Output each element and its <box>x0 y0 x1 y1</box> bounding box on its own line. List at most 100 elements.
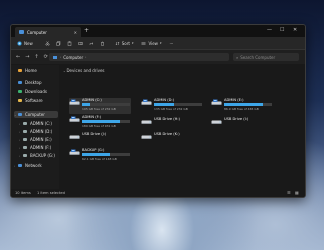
drive-free-space: 189 GB free of 931 GB <box>82 124 116 128</box>
tab-title: Computer <box>27 29 47 35</box>
drive-item[interactable]: USB Drive (I:) <box>211 117 273 126</box>
view-button[interactable]: View ▾ <box>141 41 161 46</box>
sidebar-item-label: Home <box>25 68 37 73</box>
sidebar-item-home[interactable]: Home <box>14 67 58 74</box>
usb-drive-icon <box>141 135 152 139</box>
usb-drive-icon <box>211 120 222 124</box>
drive-usage-fill <box>82 120 121 123</box>
sidebar-item-backup-g[interactable]: › BACKUP (G:) <box>19 152 58 159</box>
share-icon <box>89 41 94 45</box>
drive-item[interactable]: USB Drive (J:) <box>69 132 131 141</box>
forward-button[interactable]: → <box>25 54 29 60</box>
delete-button[interactable] <box>100 41 105 46</box>
tiles-view-icon[interactable]: ▦ <box>295 190 299 195</box>
search-box[interactable]: ⌕ Search Computer <box>233 53 299 61</box>
sidebar-item-admin-d[interactable]: › ADMIN (D:) <box>19 128 58 135</box>
drive-item[interactable]: ADMIN (D:) 135 GB free of 232 GB <box>141 98 203 114</box>
drive-item[interactable]: USB Drive (H:) <box>141 117 203 126</box>
computer-icon <box>19 30 24 34</box>
drive-free-space: 62.1 GB free of 148 GB <box>82 157 117 161</box>
more-options-button[interactable]: ··· <box>169 41 173 46</box>
sidebar-item-downloads[interactable]: Downloads <box>14 88 58 95</box>
view-icon <box>141 41 146 45</box>
drive-icon <box>23 146 27 149</box>
drive-item[interactable]: BACKUP (G:) 62.1 GB free of 148 GB <box>69 148 131 164</box>
drive-name: ADMIN (C:) <box>82 98 102 102</box>
copy-icon <box>56 40 60 46</box>
drive-item[interactable]: ADMIN (F:) 189 GB free of 931 GB <box>69 115 131 131</box>
copy-button[interactable] <box>56 40 61 46</box>
file-explorer-window: Computer ✕ + — ☐ ✕ New Sort ▾ View ▾ ···… <box>10 24 306 198</box>
close-window-button[interactable]: ✕ <box>293 26 297 34</box>
maximize-button[interactable]: ☐ <box>280 26 284 34</box>
drive-usage-fill <box>82 103 90 106</box>
drive-free-space: 135 GB free of 232 GB <box>154 107 188 111</box>
drive-item[interactable]: USB Drive (K:) <box>141 132 203 141</box>
new-button[interactable]: New <box>17 41 33 46</box>
sidebar-item-admin-e[interactable]: › ADMIN (E:) <box>19 136 58 143</box>
hard-drive-icon <box>69 149 80 155</box>
network-icon <box>18 164 22 167</box>
sidebar-item-label: Computer <box>25 112 45 117</box>
drive-free-space: 195 GB free of 232 GB <box>82 107 116 111</box>
chevron-right-icon: › <box>85 55 87 59</box>
devices-and-drives-header[interactable]: ⌄ Devices and drives <box>63 68 105 73</box>
clipboard-icon <box>67 41 71 46</box>
selection-count: 1 item selected <box>37 191 65 195</box>
content-area: ⌄ Devices and drives ADMIN (C:) 195 GB fr… <box>59 65 305 189</box>
drive-name: BACKUP (G:) <box>82 148 105 152</box>
computer-icon <box>18 113 22 116</box>
drive-item[interactable]: ADMIN (E:) 86.9 GB free of 465 GB <box>211 98 273 114</box>
paste-button[interactable] <box>67 41 72 46</box>
sidebar-item-label: BACKUP (G:) <box>30 153 55 158</box>
rename-button[interactable] <box>78 41 83 46</box>
chevron-right-icon: › <box>60 55 62 59</box>
up-button[interactable]: ↑ <box>34 54 38 60</box>
sidebar-item-admin-f[interactable]: › ADMIN (F:) <box>19 144 58 151</box>
sidebar-item-desktop[interactable]: Desktop <box>14 79 58 86</box>
drive-usage-bar <box>82 153 130 156</box>
drive-usage-bar <box>224 103 272 106</box>
folder-icon <box>18 99 22 102</box>
section-label: Devices and drives <box>66 68 105 73</box>
chevron-down-icon: ▾ <box>159 41 162 45</box>
download-icon <box>18 90 22 93</box>
drive-icon <box>23 154 27 157</box>
status-bar: 10 items 1 item selected ☰ ▦ <box>11 189 305 197</box>
sort-icon <box>115 41 120 45</box>
cut-button[interactable] <box>45 40 50 46</box>
back-button[interactable]: ← <box>16 54 20 60</box>
drive-usage-bar <box>154 103 202 106</box>
new-tab-button[interactable]: + <box>84 27 89 35</box>
sidebar-item-label: Desktop <box>25 80 42 85</box>
hard-drive-icon <box>69 99 80 105</box>
drive-item[interactable]: ADMIN (C:) 195 GB free of 232 GB <box>69 98 131 114</box>
address-box[interactable]: › Computer › <box>49 53 229 61</box>
sidebar-item-label: Network <box>25 163 42 168</box>
hard-drive-icon <box>141 99 152 105</box>
sidebar-item-admin-c[interactable]: › ADMIN (C:) <box>19 120 58 127</box>
drive-icon <box>23 122 27 125</box>
rename-icon <box>78 41 83 45</box>
close-tab-icon[interactable]: ✕ <box>74 30 77 35</box>
sidebar-item-software[interactable]: Software <box>14 97 58 104</box>
hard-drive-icon <box>211 99 222 105</box>
details-view-icon[interactable]: ☰ <box>287 190 291 195</box>
sidebar-item-label: ADMIN (C:) <box>30 121 52 126</box>
sidebar-item-label: ADMIN (F:) <box>30 145 52 150</box>
minimize-button[interactable]: — <box>267 26 272 34</box>
sidebar-item-computer[interactable]: ⌄ Computer <box>14 111 58 118</box>
sort-label: Sort <box>121 40 130 46</box>
address-path: Computer <box>63 54 84 60</box>
scissors-icon <box>45 40 50 45</box>
drive-name: ADMIN (D:) <box>154 98 174 102</box>
refresh-button[interactable]: ⟳ <box>44 54 48 60</box>
sidebar-item-label: Downloads <box>25 89 47 94</box>
drive-name: ADMIN (E:) <box>224 98 244 102</box>
sort-button[interactable]: Sort ▾ <box>115 40 134 46</box>
chevron-down-icon: ▾ <box>131 41 134 45</box>
sidebar-item-network[interactable]: › Network <box>14 162 58 169</box>
sidebar-item-label: ADMIN (E:) <box>30 137 52 142</box>
tab-computer[interactable]: Computer ✕ <box>15 27 81 37</box>
share-button[interactable] <box>89 41 94 46</box>
